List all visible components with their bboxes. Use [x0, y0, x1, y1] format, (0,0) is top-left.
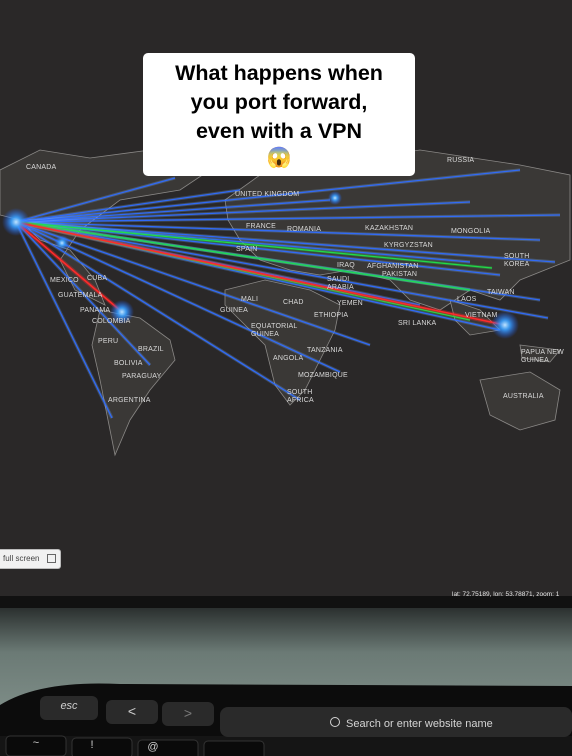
esc-key[interactable]: esc: [40, 700, 98, 712]
label-ethiopia: ETHIOPIA: [314, 312, 349, 319]
label-angola: ANGOLA: [273, 355, 304, 362]
label-papua-new-guinea: PAPUA NEW GUINEA: [521, 349, 564, 364]
exclaim-key[interactable]: !: [72, 739, 112, 751]
label-peru: PERU: [98, 338, 119, 345]
label-mongolia: MONGOLIA: [451, 228, 491, 235]
caption-line-1: What happens when: [175, 61, 383, 85]
search-placeholder: Search or enter website name: [346, 718, 493, 730]
forward-button[interactable]: >: [162, 705, 214, 721]
search-icon: [330, 717, 340, 727]
label-taiwan: TAIWAN: [487, 289, 515, 296]
label-saudi-arabia: SAUDI ARABIA: [327, 276, 354, 291]
node-glow-europe: [328, 191, 342, 205]
label-united-kingdom: UNITED KINGDOM: [235, 191, 300, 198]
node-glow-us-west: [2, 208, 30, 236]
label-pakistan: PAKISTAN: [382, 271, 418, 278]
back-button[interactable]: <: [106, 703, 158, 719]
label-paraguay: PARAGUAY: [122, 373, 162, 380]
label-chad: CHAD: [283, 299, 304, 306]
label-iraq: IRAQ: [337, 262, 355, 269]
full-screen-button[interactable]: full screen: [0, 549, 61, 569]
label-mali: MALI: [241, 296, 259, 303]
label-kyrgyzstan: KYRGYZSTAN: [384, 242, 433, 249]
video-caption: What happens when you port forward, even…: [143, 53, 415, 176]
label-france: FRANCE: [246, 223, 276, 230]
label-south-africa: SOUTH AFRICA: [287, 389, 314, 404]
label-romania: ROMANIA: [287, 226, 322, 233]
label-yemen: YEMEN: [337, 300, 363, 307]
node-glow-central: [54, 235, 70, 251]
label-canada: CANADA: [26, 164, 57, 171]
tilde-key[interactable]: ~: [6, 737, 66, 749]
caption-line-2: you port forward,: [190, 90, 368, 114]
label-guinea: GUINEA: [220, 307, 249, 314]
label-cuba: CUBA: [87, 275, 108, 282]
expand-icon: [47, 554, 56, 563]
label-kazakhstan: KAZAKHSTAN: [365, 225, 414, 232]
label-colombia: COLOMBIA: [92, 318, 131, 325]
label-spain: SPAIN: [236, 246, 258, 253]
label-laos: LAOS: [457, 296, 477, 303]
label-mozambique: MOZAMBIQUE: [298, 372, 348, 379]
touchbar-search-field[interactable]: Search or enter website name: [330, 717, 493, 730]
label-panama: PANAMA: [80, 307, 111, 314]
label-guatemala: GUATEMALA: [58, 292, 103, 299]
scene: CANADA RUSSIA UNITED KINGDOM FRANCE ROMA…: [0, 0, 572, 756]
label-argentina: ARGENTINA: [108, 397, 151, 404]
label-australia: AUSTRALIA: [503, 393, 544, 400]
at-key[interactable]: @: [138, 741, 168, 753]
screaming-face-emoji: 😱: [266, 147, 292, 169]
label-afghanistan: AFGHANISTAN: [367, 263, 419, 270]
label-tanzania: TANZANIA: [307, 347, 343, 354]
label-vietnam: VIETNAM: [465, 312, 498, 319]
caption-line-3: even with a VPN: [195, 119, 363, 143]
label-russia: RUSSIA: [447, 157, 475, 164]
label-brazil: BRAZIL: [138, 346, 164, 353]
label-mexico: MEXICO: [50, 277, 79, 284]
label-equatorial-guinea: EQUATORIAL GUINEA: [251, 323, 298, 338]
full-screen-label: full screen: [3, 554, 40, 563]
label-south-korea: SOUTH KOREA: [504, 253, 530, 268]
label-bolivia: BOLIVIA: [114, 360, 143, 367]
coordinate-readout: lat: 72.75189, lon: 53.78871, zoom: 1: [452, 591, 560, 598]
label-sri-lanka: SRI LANKA: [398, 320, 437, 327]
